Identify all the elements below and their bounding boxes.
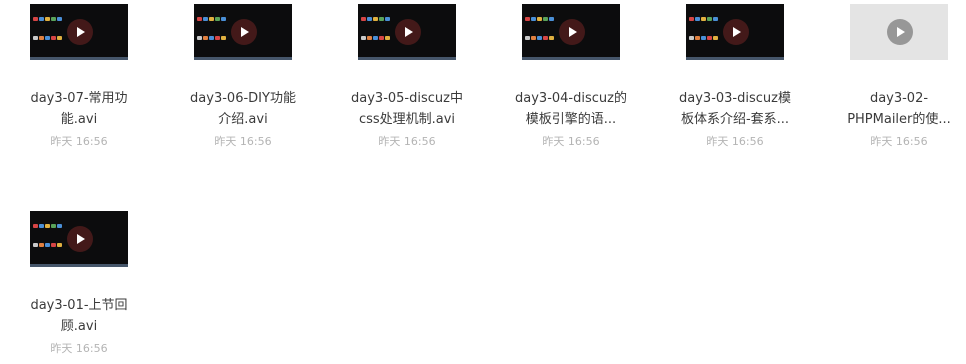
desktop-icons — [33, 9, 63, 47]
play-icon[interactable] — [395, 19, 421, 45]
desktop-icons — [689, 9, 719, 47]
play-icon[interactable] — [723, 19, 749, 45]
file-name-line-1: day3-03-discuz模 — [679, 91, 791, 106]
file-name-line-2: 板体系介绍-套系... — [680, 112, 790, 127]
video-thumbnail[interactable] — [194, 4, 292, 60]
file-name[interactable]: day3-01-上节回 顾.avi — [1, 295, 157, 337]
thumbnail-taskbar — [30, 57, 128, 60]
file-name[interactable]: day3-02- PHPMailer的使... — [821, 88, 966, 130]
file-name-line-2: PHPMailer的使... — [847, 112, 951, 127]
desktop-icons — [33, 216, 63, 254]
play-icon[interactable] — [67, 19, 93, 45]
thumbnail-taskbar — [194, 57, 292, 60]
file-name-line-1: day3-01-上节回 — [30, 298, 128, 313]
file-modified-time: 昨天 16:56 — [542, 135, 600, 148]
file-name-line-2: 能.avi — [60, 112, 98, 127]
file-modified-time: 昨天 16:56 — [50, 342, 108, 355]
thumbnail-taskbar — [686, 57, 784, 60]
desktop-icons — [197, 9, 227, 47]
file-name[interactable]: day3-06-DIY功能 介绍.avi — [165, 88, 321, 130]
file-name-line-2: css处理机制.avi — [358, 112, 456, 127]
desktop-icons — [361, 9, 391, 47]
play-icon[interactable] — [887, 19, 913, 45]
file-name[interactable]: day3-04-discuz的 模板引擎的语... — [493, 88, 649, 130]
file-modified-time: 昨天 16:56 — [870, 135, 928, 148]
file-name-line-1: day3-02- — [869, 91, 929, 106]
video-file-item[interactable]: day3-04-discuz的 模板引擎的语... 昨天 16:56 — [473, 0, 637, 160]
desktop-icons — [525, 9, 555, 47]
video-file-item[interactable]: day3-02- PHPMailer的使... 昨天 16:56 — [801, 0, 965, 160]
play-icon[interactable] — [67, 226, 93, 252]
thumbnail-taskbar — [358, 57, 456, 60]
file-modified-time: 昨天 16:56 — [214, 135, 272, 148]
file-name[interactable]: day3-03-discuz模 板体系介绍-套系... — [657, 88, 813, 130]
file-name-line-1: day3-06-DIY功能 — [190, 91, 296, 106]
play-icon[interactable] — [231, 19, 257, 45]
file-name-line-1: day3-07-常用功 — [30, 91, 128, 106]
file-modified-time: 昨天 16:56 — [706, 135, 764, 148]
video-thumbnail[interactable] — [686, 4, 784, 60]
file-modified-time: 昨天 16:56 — [378, 135, 436, 148]
file-modified-time: 昨天 16:56 — [50, 135, 108, 148]
video-file-item[interactable]: day3-07-常用功 能.avi 昨天 16:56 — [0, 0, 145, 160]
thumbnail-taskbar — [522, 57, 620, 60]
file-name[interactable]: day3-07-常用功 能.avi — [1, 88, 157, 130]
file-name-line-1: day3-04-discuz的 — [515, 91, 627, 106]
file-name-line-2: 顾.avi — [60, 319, 98, 334]
play-icon[interactable] — [559, 19, 585, 45]
thumbnail-taskbar — [30, 264, 128, 267]
file-grid: day3-07-常用功 能.avi 昨天 16:56 day3-06-DIY功能… — [0, 0, 966, 364]
video-file-item[interactable]: day3-06-DIY功能 介绍.avi 昨天 16:56 — [145, 0, 309, 160]
video-thumbnail[interactable] — [30, 4, 128, 60]
video-thumbnail[interactable] — [30, 211, 128, 267]
video-thumbnail[interactable] — [522, 4, 620, 60]
video-file-item[interactable]: day3-01-上节回 顾.avi 昨天 16:56 — [0, 207, 145, 364]
video-file-item[interactable]: day3-05-discuz中 css处理机制.avi 昨天 16:56 — [309, 0, 473, 160]
file-name[interactable]: day3-05-discuz中 css处理机制.avi — [329, 88, 485, 130]
video-thumbnail[interactable] — [358, 4, 456, 60]
file-name-line-2: 模板引擎的语... — [525, 112, 617, 127]
file-name-line-2: 介绍.avi — [218, 112, 268, 127]
file-name-line-1: day3-05-discuz中 — [351, 91, 463, 106]
video-file-item[interactable]: day3-03-discuz模 板体系介绍-套系... 昨天 16:56 — [637, 0, 801, 160]
video-thumbnail[interactable] — [850, 4, 948, 60]
